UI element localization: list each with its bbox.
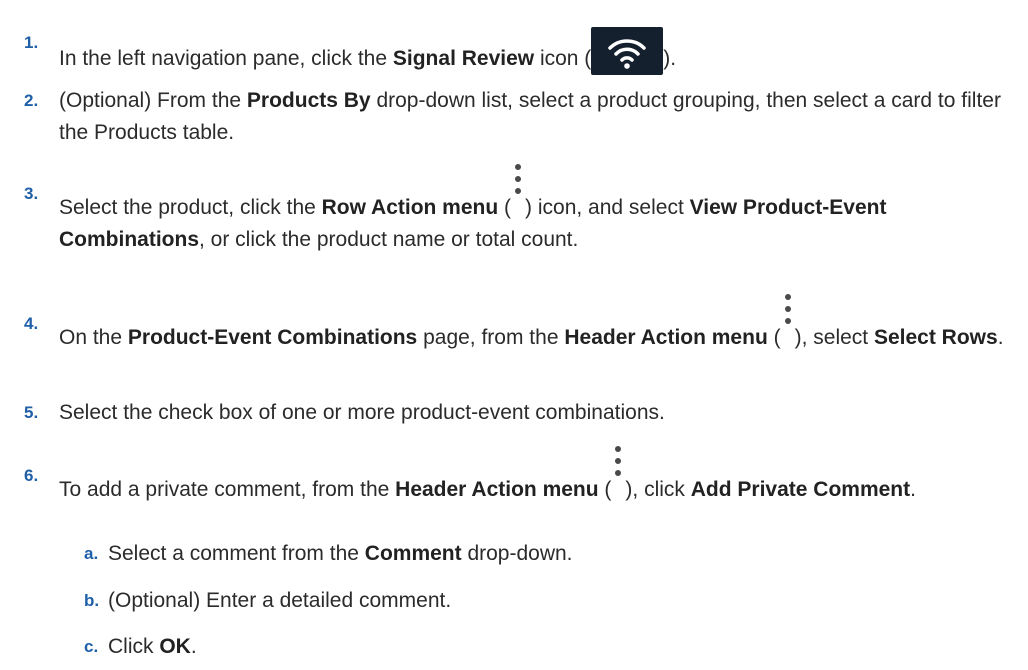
step-text: In the left navigation pane, click the S…: [59, 27, 1008, 75]
step-text: To add a private comment, from the Heade…: [59, 446, 1008, 506]
substep-letter: b.: [84, 591, 100, 610]
step-6: 6. To add a private comment, from the He…: [18, 446, 1008, 506]
ui-term: Select Rows: [873, 326, 998, 349]
step-4: 4. On the Product-Event Combinations pag…: [18, 294, 1008, 354]
step-number: 4.: [24, 314, 39, 333]
step-text: Select the product, click the Row Action…: [59, 164, 1008, 256]
step-3: 3. Select the product, click the Row Act…: [18, 164, 1008, 256]
substep-letter: a.: [84, 544, 99, 563]
ui-term: Signal Review: [392, 47, 535, 70]
step-1: 1. In the left navigation pane, click th…: [18, 27, 1008, 75]
ui-term: Product-Event Combinations: [127, 326, 418, 349]
kebab-menu-icon: [781, 291, 795, 327]
substep-text: (Optional) Enter a detailed comment.: [108, 589, 452, 612]
step-text: (Optional) From the Products By drop-dow…: [59, 89, 1001, 144]
substep-b: b. (Optional) Enter a detailed comment.: [84, 585, 1008, 617]
ui-term: Header Action menu: [395, 478, 599, 501]
ui-term: Row Action menu: [321, 196, 499, 219]
step-5: 5. Select the check box of one or more p…: [18, 397, 1008, 429]
ui-term: Header Action menu: [564, 326, 768, 349]
step-text: Select the check box of one or more prod…: [59, 401, 665, 424]
step-number: 1.: [24, 33, 39, 52]
step-text: On the Product-Event Combinations page, …: [59, 294, 1008, 354]
substep-letter: c.: [84, 637, 99, 656]
substep-c: c. Click OK.: [84, 631, 1008, 663]
ui-term: Comment: [364, 542, 462, 565]
step-2: 2. (Optional) From the Products By drop-…: [18, 85, 1008, 149]
wifi-icon: [591, 27, 664, 75]
substep-text: Select a comment from the Comment drop-d…: [108, 542, 573, 565]
step-number: 5.: [24, 403, 39, 422]
kebab-menu-icon: [611, 443, 625, 479]
substep-a: a. Select a comment from the Comment dro…: [84, 538, 1008, 570]
step-number: 3.: [24, 184, 39, 203]
substep-text: Click OK.: [108, 635, 197, 658]
step-number: 6.: [24, 466, 39, 485]
ui-term: OK: [159, 635, 191, 658]
step-number: 2.: [24, 91, 39, 110]
ui-term: Products By: [246, 89, 371, 112]
kebab-menu-icon: [511, 161, 525, 197]
ui-term: Add Private Comment: [690, 478, 911, 501]
